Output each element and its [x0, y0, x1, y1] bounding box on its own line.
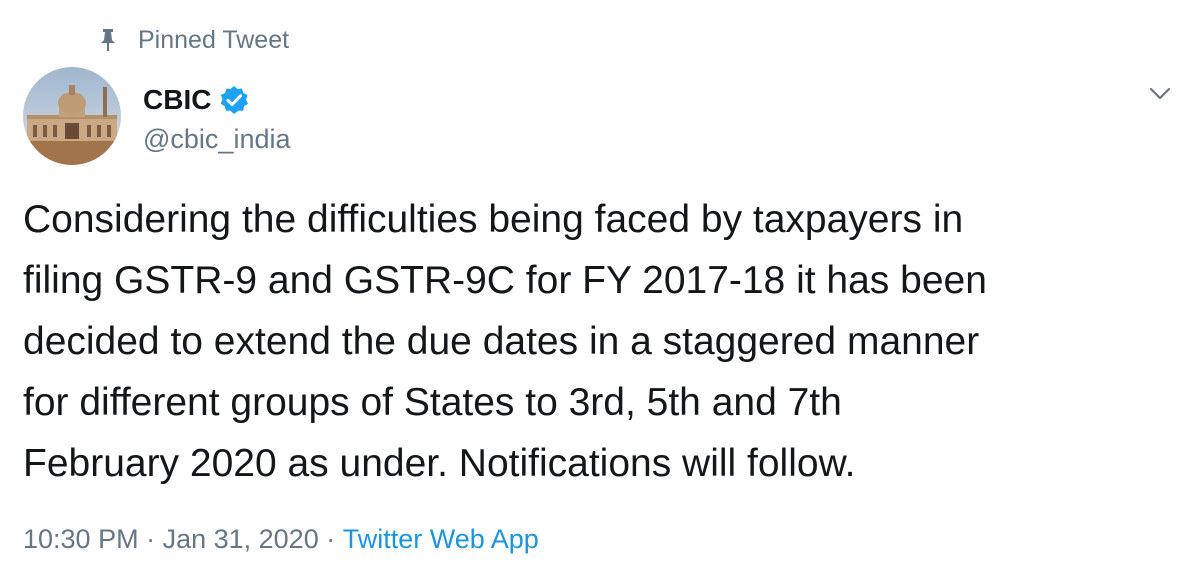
- pin-icon: [96, 26, 120, 54]
- pinned-indicator: Pinned Tweet: [96, 24, 289, 56]
- tweet-time[interactable]: 10:30 PM: [23, 524, 139, 555]
- user-handle[interactable]: @cbic_india: [143, 124, 291, 155]
- tweet-menu-button[interactable]: [1140, 80, 1180, 112]
- tweet-date[interactable]: Jan 31, 2020: [163, 524, 319, 555]
- meta-separator: ·: [318, 524, 343, 554]
- verified-badge-icon: [219, 85, 249, 115]
- tweet-text: Considering the difficulties being faced…: [23, 198, 987, 485]
- avatar[interactable]: [23, 67, 121, 165]
- display-name[interactable]: CBIC: [143, 84, 211, 116]
- tweet-card[interactable]: Pinned Tweet CBIC @cbic_india Considerin…: [0, 0, 1200, 574]
- tweet-metadata: 10:30 PM · Jan 31, 2020 · Twitter Web Ap…: [23, 524, 539, 555]
- pinned-label: Pinned Tweet: [138, 25, 290, 54]
- meta-separator: ·: [138, 524, 163, 554]
- author-identity[interactable]: CBIC @cbic_india: [143, 78, 291, 155]
- chevron-down-icon: [1149, 87, 1171, 106]
- source-app-link[interactable]: Twitter Web App: [343, 524, 539, 555]
